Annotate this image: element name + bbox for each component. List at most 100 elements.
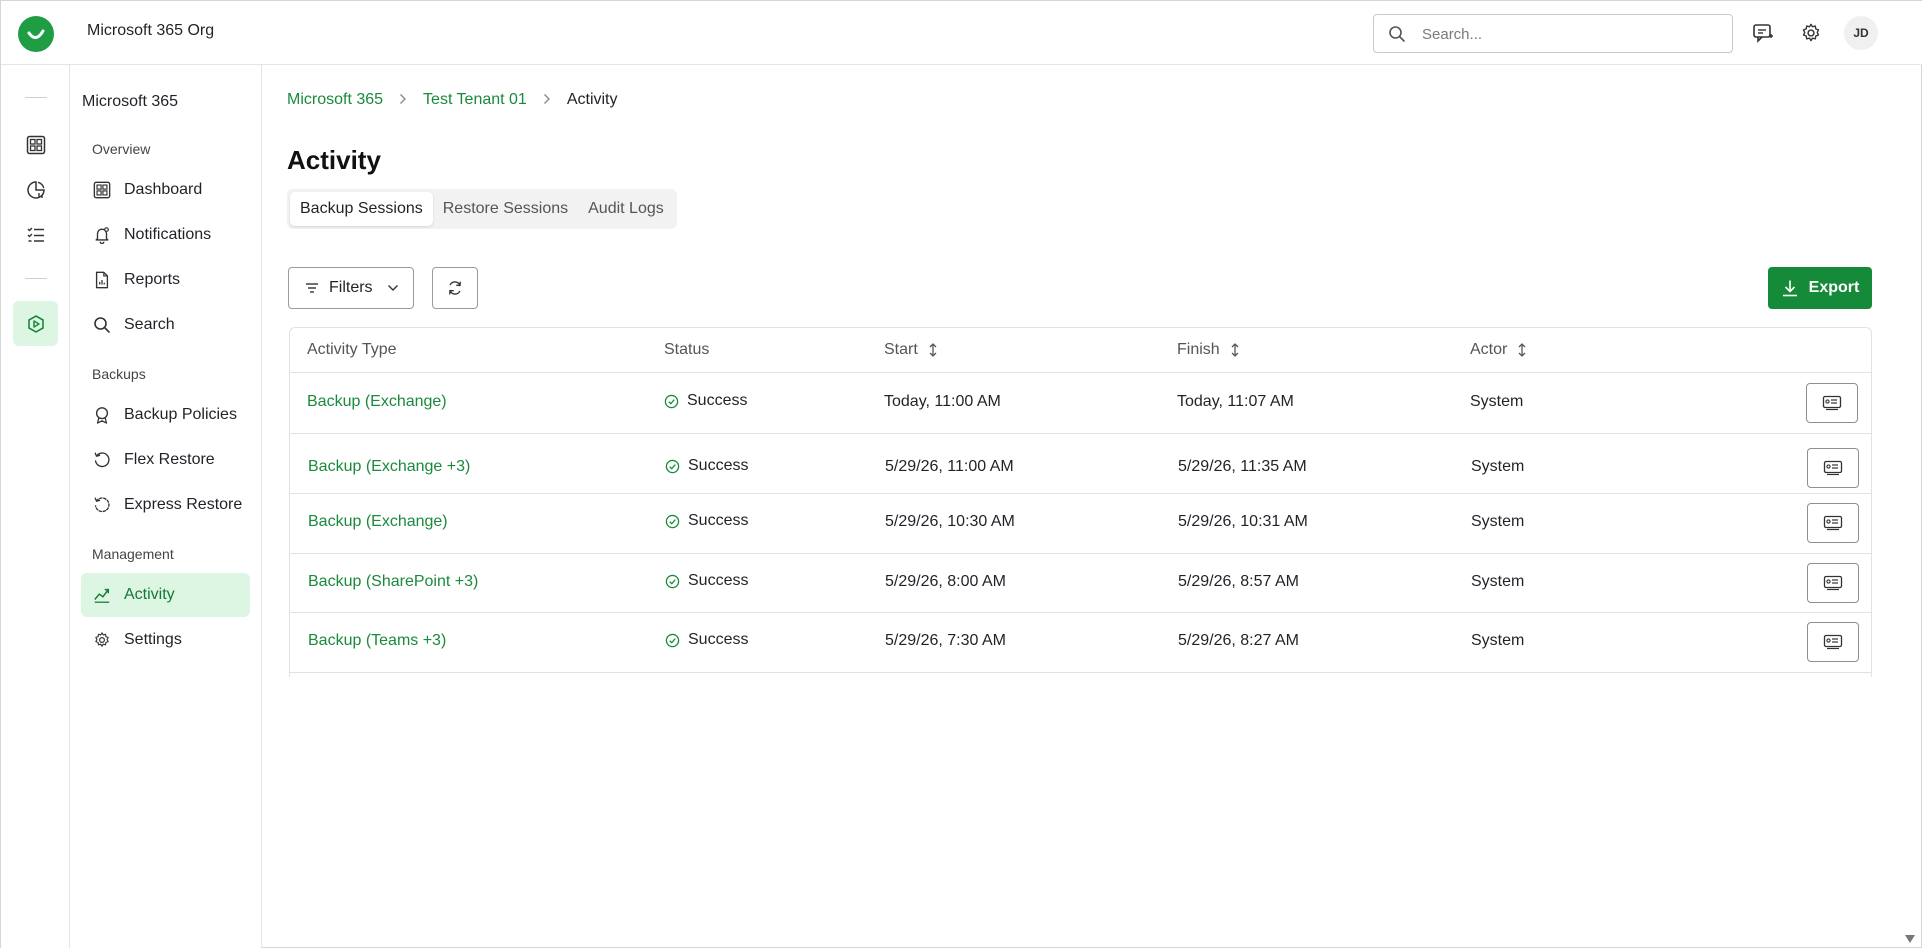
rail-checklist-icon[interactable]: [23, 222, 49, 248]
tab-audit-logs[interactable]: Audit Logs: [578, 192, 674, 226]
dashboard-icon: [92, 180, 112, 200]
refresh-button[interactable]: [432, 267, 478, 309]
filters-button[interactable]: Filters: [288, 267, 414, 309]
table-row[interactable]: Backup (Exchange) Success Today, 11:00 A…: [290, 373, 1871, 434]
restore-icon: [92, 450, 112, 470]
actor: System: [1470, 393, 1524, 410]
sidebar-item-label: Activity: [124, 586, 175, 603]
rail-reports-icon[interactable]: [23, 177, 49, 203]
sidebar-item-label: Reports: [124, 271, 181, 288]
sidebar-item-activity[interactable]: Activity: [81, 573, 250, 617]
search-icon: [1388, 25, 1406, 48]
sidebar: Microsoft 365 Overview Dashboard Notific…: [70, 65, 262, 948]
search-icon: [92, 315, 112, 335]
session-details-button[interactable]: [1807, 448, 1859, 488]
chevron-down-icon: [387, 284, 399, 292]
details-icon: [1823, 515, 1843, 531]
rail-dashboard-icon[interactable]: [23, 132, 49, 158]
details-icon: [1823, 575, 1843, 591]
avatar[interactable]: JD: [1844, 16, 1878, 50]
activity-table: Activity Type Status Start Finish Actor: [289, 327, 1872, 677]
rail-divider: [25, 278, 47, 279]
finish-time: 5/29/26, 8:57 AM: [1178, 573, 1299, 590]
download-icon: [1781, 279, 1799, 297]
session-details-button[interactable]: [1806, 383, 1858, 423]
scroll-down-arrow-icon[interactable]: [1904, 931, 1916, 948]
sidebar-item-notifications[interactable]: Notifications: [81, 213, 250, 257]
sidebar-item-flex-restore[interactable]: Flex Restore: [81, 438, 250, 482]
chevron-right-icon: [399, 92, 407, 108]
tab-restore-sessions[interactable]: Restore Sessions: [433, 192, 578, 226]
breadcrumb-current: Activity: [566, 91, 618, 108]
policy-icon: [92, 405, 112, 425]
actor: System: [1471, 458, 1525, 475]
bell-icon: [92, 225, 112, 245]
status-badge: Success: [665, 457, 748, 475]
breadcrumb-item[interactable]: Test Tenant 01: [423, 91, 527, 109]
filter-icon: [305, 282, 319, 294]
sidebar-item-dashboard[interactable]: Dashboard: [81, 168, 250, 212]
tab-backup-sessions[interactable]: Backup Sessions: [290, 192, 433, 226]
session-details-button[interactable]: [1807, 503, 1859, 543]
tab-bar: Backup Sessions Restore Sessions Audit L…: [287, 189, 677, 229]
org-name: Microsoft 365 Org: [87, 22, 215, 39]
session-details-button[interactable]: [1807, 563, 1859, 603]
check-circle-icon: [665, 459, 680, 474]
sort-icon[interactable]: [928, 343, 938, 357]
activity-icon: [92, 585, 112, 605]
finish-time: Today, 11:07 AM: [1177, 393, 1294, 410]
sidebar-item-label: Notifications: [124, 226, 212, 243]
sidebar-item-reports[interactable]: Reports: [81, 258, 250, 302]
activity-type-link[interactable]: Backup (Exchange): [308, 513, 448, 531]
app-window: Microsoft 365 Org JD: [0, 0, 1922, 948]
sidebar-item-settings[interactable]: Settings: [81, 618, 250, 662]
sidebar-title: Microsoft 365: [82, 93, 179, 110]
logo-icon[interactable]: [18, 16, 54, 52]
check-circle-icon: [664, 394, 679, 409]
sort-icon[interactable]: [1230, 343, 1240, 357]
details-icon: [1822, 395, 1842, 411]
sidebar-item-label: Dashboard: [124, 181, 203, 198]
report-icon: [92, 270, 112, 290]
check-circle-icon: [665, 514, 680, 529]
session-details-button[interactable]: [1807, 622, 1859, 662]
column-finish: Finish: [1177, 341, 1240, 359]
details-icon: [1823, 634, 1843, 650]
rail-m365-icon[interactable]: [13, 301, 58, 346]
activity-type-link[interactable]: Backup (SharePoint +3): [308, 573, 478, 591]
table-row[interactable]: Backup (Exchange) Success 5/29/26, 10:30…: [290, 494, 1871, 554]
actor: System: [1471, 573, 1525, 590]
section-management: Management: [92, 546, 174, 562]
search-input[interactable]: [1422, 23, 1722, 45]
start-time: Today, 11:00 AM: [884, 393, 1001, 410]
activity-type-link[interactable]: Backup (Teams +3): [308, 632, 446, 650]
sidebar-item-label: Backup Policies: [124, 406, 237, 423]
chat-icon[interactable]: [1748, 18, 1778, 48]
finish-time: 5/29/26, 11:35 AM: [1178, 458, 1307, 475]
gear-icon[interactable]: [1796, 18, 1826, 48]
activity-type-link[interactable]: Backup (Exchange +3): [308, 458, 470, 476]
chevron-right-icon: [543, 92, 551, 108]
start-time: 5/29/26, 11:00 AM: [885, 458, 1014, 475]
table-row[interactable]: Backup (Exchange +3) Success 5/29/26, 11…: [290, 434, 1871, 494]
rail-divider: [25, 97, 47, 98]
export-button[interactable]: Export: [1768, 267, 1872, 309]
check-circle-icon: [665, 574, 680, 589]
breadcrumb-item[interactable]: Microsoft 365: [287, 91, 383, 109]
status-badge: Success: [664, 392, 747, 410]
sort-icon[interactable]: [1517, 343, 1527, 357]
breadcrumb: Microsoft 365 Test Tenant 01 Activity: [287, 91, 618, 109]
page-title: Activity: [287, 145, 381, 175]
section-backups: Backups: [92, 366, 146, 382]
sidebar-item-search[interactable]: Search: [81, 303, 250, 347]
activity-type-link[interactable]: Backup (Exchange): [307, 393, 447, 411]
refresh-icon: [446, 279, 464, 297]
sidebar-item-express-restore[interactable]: Express Restore: [81, 483, 250, 527]
table-row[interactable]: Backup (SharePoint +3) Success 5/29/26, …: [290, 554, 1871, 613]
table-row[interactable]: Backup (Teams +3) Success 5/29/26, 7:30 …: [290, 613, 1871, 673]
column-activity-type: Activity Type: [307, 341, 397, 358]
sidebar-item-backup-policies[interactable]: Backup Policies: [81, 393, 250, 437]
section-overview: Overview: [92, 141, 151, 157]
status-badge: Success: [665, 572, 748, 590]
global-search[interactable]: [1373, 14, 1733, 53]
